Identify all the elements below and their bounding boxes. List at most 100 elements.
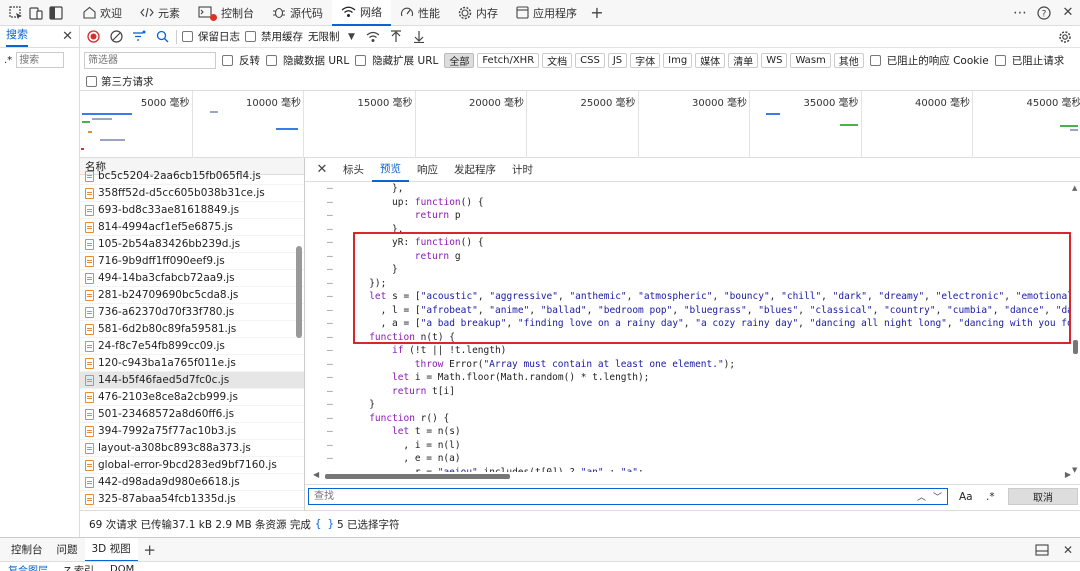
dock-side-icon[interactable] <box>46 0 66 26</box>
request-row[interactable]: 476-2103e8ce8a2cb999.js <box>80 389 304 406</box>
detail-tab-4[interactable]: 计时 <box>504 158 541 182</box>
filter-type-8[interactable]: 清单 <box>728 52 759 68</box>
request-row[interactable]: 494-14ba3cfabcb72aa9.js <box>80 270 304 287</box>
more-tools-icon[interactable]: ⋯ <box>1008 5 1032 21</box>
drawer-tab-0[interactable]: 控制台 <box>4 538 50 562</box>
timeline-bar <box>766 113 780 115</box>
blocked-requests-checkbox[interactable] <box>994 54 1006 66</box>
request-row[interactable]: 105-2b54a83426bb239d.js <box>80 236 304 253</box>
disable-cache-checkbox[interactable] <box>245 31 256 42</box>
request-row[interactable]: 501-23468572a8d60ff6.js <box>80 406 304 423</box>
close-drawer-icon[interactable]: ✕ <box>1056 543 1080 557</box>
tab-window[interactable]: 应用程序 <box>507 0 586 26</box>
detail-tab-3[interactable]: 发起程序 <box>446 158 504 182</box>
line-gutter-mark: – <box>327 358 333 370</box>
filter-input[interactable] <box>84 51 216 69</box>
request-row[interactable]: layout-a308bc893c88a373.js <box>80 440 304 457</box>
line-gutter-mark: – <box>327 426 333 437</box>
subtab-0[interactable]: 复合图层 <box>8 562 48 571</box>
drawer-tab-1[interactable]: 问题 <box>50 538 85 562</box>
subtab-1[interactable]: Z 索引 <box>64 562 94 571</box>
request-row[interactable]: 581-6d2b80c89fa59581.js <box>80 321 304 338</box>
previous-match-icon[interactable]: ︿ <box>917 490 926 503</box>
request-row[interactable]: 144-b5f46faed5d7fc0c.js <box>80 372 304 389</box>
filter-icon[interactable] <box>130 30 148 43</box>
request-row[interactable]: 358ff52d-d5cc605b038b31ce.js <box>80 185 304 202</box>
import-har-icon[interactable] <box>387 30 405 43</box>
filter-type-4[interactable]: JS <box>607 52 628 68</box>
filter-type-11[interactable]: 其他 <box>833 52 864 68</box>
search-icon[interactable] <box>153 30 171 43</box>
network-conditions-icon[interactable] <box>364 30 382 43</box>
request-row[interactable]: 693-bd8c33ae81618849.js <box>80 202 304 219</box>
pretty-print-icon[interactable]: { } <box>312 518 337 530</box>
record-icon[interactable] <box>84 30 102 43</box>
invert-checkbox[interactable] <box>222 54 233 66</box>
drawer-tab-2[interactable]: 3D 视图 <box>84 537 138 562</box>
blocked-cookies-checkbox[interactable] <box>869 54 881 66</box>
request-row[interactable]: 736-a62370d70f33f780.js <box>80 304 304 321</box>
filter-type-10[interactable]: Wasm <box>790 52 831 68</box>
cancel-button[interactable]: 取消 <box>1008 488 1078 505</box>
detail-tab-2[interactable]: 响应 <box>409 158 446 182</box>
match-case-toggle[interactable]: Aa <box>959 491 973 503</box>
search-tab[interactable]: 搜索 <box>6 26 28 47</box>
detail-tab-1[interactable]: 预览 <box>372 158 409 182</box>
regex-toggle-icon[interactable]: .* <box>4 55 12 66</box>
code-vertical-scrollbar[interactable]: ▲ ▼ <box>1071 182 1080 482</box>
filter-type-5[interactable]: 字体 <box>630 52 661 68</box>
help-icon[interactable]: ? <box>1032 5 1056 20</box>
tab-home[interactable]: 欢迎 <box>74 0 131 26</box>
tab-wifi[interactable]: 网络 <box>332 0 391 26</box>
hide-extension-urls-checkbox[interactable] <box>355 54 367 66</box>
request-row[interactable]: 120-c943ba1a765f011e.js <box>80 355 304 372</box>
filter-type-3[interactable]: CSS <box>575 52 605 68</box>
tab-console[interactable]: 控制台 <box>189 0 263 26</box>
tab-bug[interactable]: 源代码 <box>263 0 332 26</box>
close-devtools-icon[interactable]: ✕ <box>1056 5 1080 20</box>
filter-type-0[interactable]: 全部 <box>444 52 475 68</box>
close-detail-icon[interactable]: ✕ <box>313 162 331 177</box>
search-input[interactable] <box>16 52 65 68</box>
third-party-checkbox[interactable] <box>86 75 97 87</box>
code-horizontal-scrollbar[interactable]: ◀ ▶ <box>313 470 1071 481</box>
filter-type-7[interactable]: 媒体 <box>695 52 726 68</box>
hide-data-urls-checkbox[interactable] <box>266 54 277 66</box>
add-tab-icon[interactable]: + <box>140 541 160 559</box>
filter-type-6[interactable]: Img <box>663 52 693 68</box>
request-row[interactable]: 442-d98ada9d980e6618.js <box>80 474 304 491</box>
request-row[interactable]: bc5c5204-2aa6cb15fb065fl4.js <box>80 168 304 185</box>
device-emulation-icon[interactable] <box>26 0 46 26</box>
close-search-icon[interactable]: ✕ <box>62 29 73 44</box>
tab-memory[interactable]: 内存 <box>449 0 507 26</box>
preserve-log-checkbox[interactable] <box>182 31 193 42</box>
filter-type-1[interactable]: Fetch/XHR <box>477 52 540 68</box>
clear-icon[interactable] <box>107 30 125 43</box>
request-row[interactable]: 24-f8c7e54fb899cc09.js <box>80 338 304 355</box>
detail-tab-0[interactable]: 标头 <box>335 158 372 182</box>
tab-gauge[interactable]: 性能 <box>391 0 449 26</box>
inspect-element-icon[interactable] <box>6 0 26 26</box>
regex-toggle[interactable]: .* <box>986 491 995 503</box>
request-row[interactable]: global-error-9bcd283ed9bf7160.js <box>80 457 304 474</box>
request-row[interactable]: 281-b24709690bc5cda8.js <box>80 287 304 304</box>
request-row[interactable]: 325-87abaa54fcb1335d.js <box>80 491 304 508</box>
caret-down-icon[interactable]: ▼ <box>345 32 359 42</box>
timeline-overview[interactable]: 5000 毫秒 10000 毫秒 15000 毫秒 20000 毫秒 25000 毫秒 3… <box>80 91 1080 158</box>
export-har-icon[interactable] <box>410 30 428 43</box>
request-list-scrollbar[interactable] <box>296 246 302 338</box>
filter-type-2[interactable]: 文档 <box>542 52 573 68</box>
filter-type-9[interactable]: WS <box>761 52 788 68</box>
request-row[interactable]: 716-9b9dff1ff090eef9.js <box>80 253 304 270</box>
find-input[interactable] <box>308 488 948 505</box>
add-panel-icon[interactable]: + <box>586 3 608 22</box>
tab-code-brackets[interactable]: 元素 <box>131 0 189 26</box>
throttle-select[interactable]: 无限制 <box>308 29 340 44</box>
dock-drawer-icon[interactable] <box>1030 543 1054 556</box>
code-text: return p <box>414 210 461 221</box>
request-row[interactable]: 394-7992a75f77ac10b3.js <box>80 423 304 440</box>
next-match-icon[interactable]: ﹀ <box>933 490 942 503</box>
settings-gear-icon[interactable] <box>1054 30 1076 44</box>
subtab-2[interactable]: DOM <box>110 564 134 571</box>
request-row[interactable]: 814-4994acf1ef5e6875.js <box>80 219 304 236</box>
